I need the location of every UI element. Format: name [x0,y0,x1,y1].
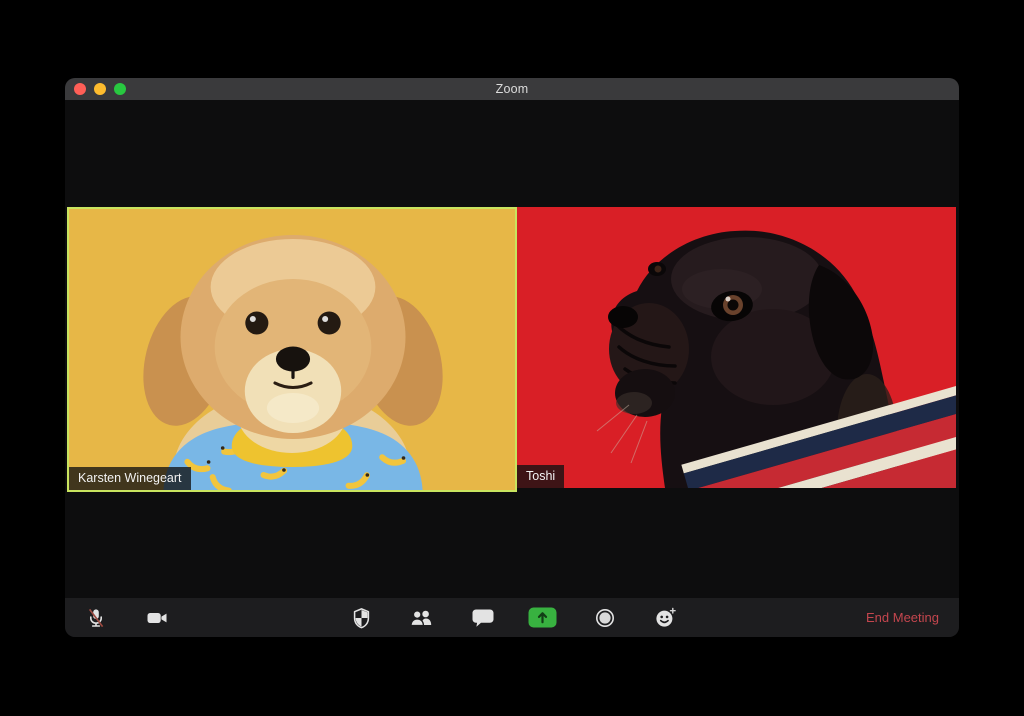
video-camera-icon [147,612,167,623]
record-button[interactable] [585,598,625,637]
share-screen-button[interactable] [522,598,562,637]
zoom-window: Zoom Karsten Winegeart Toshi End Meeting [65,78,959,637]
video-tile-toshi[interactable]: Toshi [517,207,956,488]
share-screen-icon [528,607,556,628]
traffic-lights [74,78,126,100]
record-icon [596,608,614,627]
dog-photo-toshi [517,207,956,488]
dog-photo-karsten [69,209,515,490]
chat-button[interactable] [463,598,503,637]
video-tile-karsten[interactable]: Karsten Winegeart [67,207,517,492]
reactions-button[interactable] [645,598,685,637]
participant-name-label: Karsten Winegeart [69,467,191,490]
video-area: Karsten Winegeart Toshi [65,100,959,598]
window-titlebar[interactable]: Zoom [65,78,959,100]
mute-button[interactable] [76,598,116,637]
chat-bubble-icon [472,609,494,627]
participants-button[interactable] [401,598,441,637]
video-button[interactable] [137,598,177,637]
participant-name-label: Toshi [517,465,565,488]
end-meeting-button[interactable]: End Meeting [866,598,939,637]
shield-icon [353,607,369,628]
security-button[interactable] [341,598,381,637]
microphone-muted-icon [88,608,104,627]
fullscreen-window-button[interactable] [114,83,126,95]
window-title: Zoom [495,82,529,96]
reactions-smiley-icon [656,607,676,627]
participants-icon [410,609,432,626]
close-window-button[interactable] [74,83,86,95]
minimize-window-button[interactable] [94,83,106,95]
meeting-toolbar: End Meeting [65,598,959,637]
